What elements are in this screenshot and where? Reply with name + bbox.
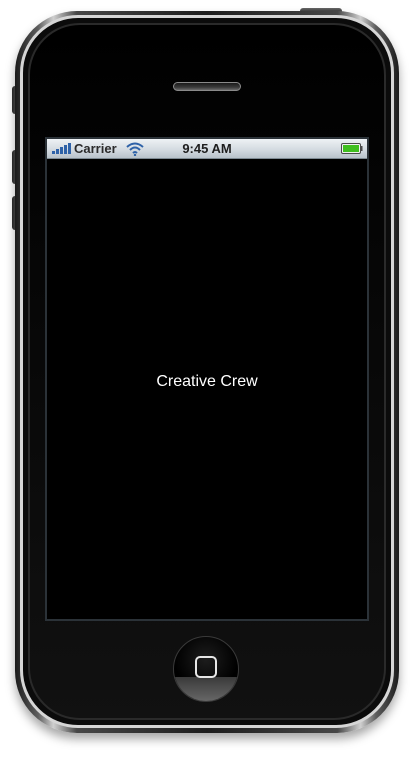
app-title-label: Creative Crew xyxy=(156,373,258,390)
simulator-stage: Carrier 9:45 AM Creative Crew xyxy=(0,0,414,770)
home-square-icon xyxy=(195,656,217,678)
earpiece-speaker xyxy=(173,82,241,91)
status-time: 9:45 AM xyxy=(182,141,232,156)
device-screen[interactable]: Carrier 9:45 AM Creative Crew xyxy=(45,137,369,621)
status-bar: Carrier 9:45 AM xyxy=(47,139,367,159)
battery-icon xyxy=(341,143,363,154)
home-button[interactable] xyxy=(173,636,239,702)
